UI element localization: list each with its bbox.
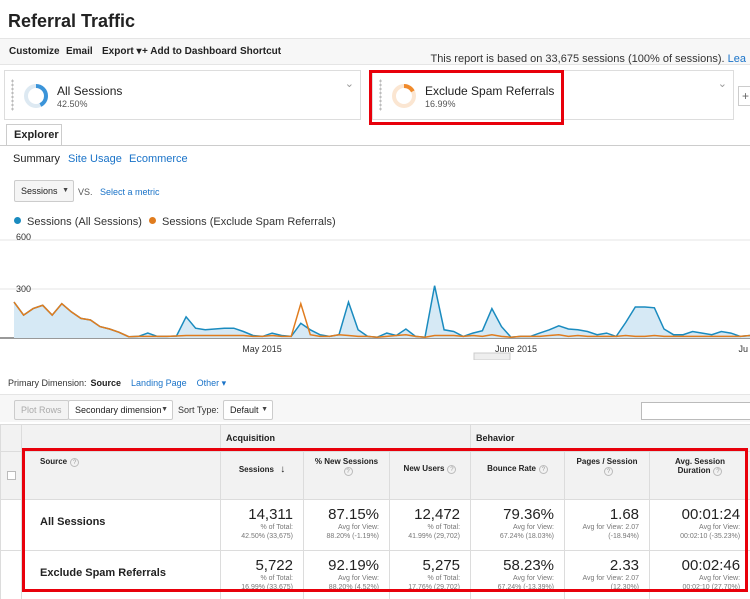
caret-down-icon: ▼	[62, 187, 69, 194]
add-to-dashboard-button[interactable]: + Add to Dashboard	[142, 46, 237, 57]
drag-handle-icon[interactable]	[11, 79, 14, 111]
subtab-summary[interactable]: Summary	[13, 153, 60, 165]
chart-resize-handle[interactable]	[473, 352, 511, 360]
legend-item-exclude-spam: Sessions (Exclude Spam Referrals)	[149, 216, 336, 228]
secondary-dimension-label: Secondary dimension	[75, 405, 162, 415]
highlight-box-segment	[369, 70, 564, 125]
select-metric-link[interactable]: Select a metric	[100, 187, 160, 197]
sort-type-value: Default	[230, 405, 259, 415]
highlight-box-table	[22, 448, 748, 592]
y-tick-label: 600	[16, 232, 31, 242]
legend-dot	[14, 217, 21, 224]
select-all-cell	[0, 451, 22, 500]
sort-type-select[interactable]: Default ▼	[223, 400, 273, 420]
primary-dimension-landing-page[interactable]: Landing Page	[131, 378, 187, 388]
metric-select-value: Sessions	[21, 186, 58, 196]
legend-item-all-sessions: Sessions (All Sessions)	[14, 216, 142, 228]
primary-dimension-other[interactable]: Other ▾	[197, 378, 227, 388]
x-tick-label: May 2015	[242, 344, 282, 354]
plot-rows-button[interactable]: Plot Rows	[14, 400, 69, 420]
page-title: Referral Traffic	[8, 11, 136, 31]
row-spacer	[0, 550, 22, 599]
y-tick-label: 300	[16, 284, 31, 294]
primary-dimension-label: Primary Dimension:	[8, 378, 87, 388]
segment-donut-chart	[24, 84, 48, 108]
table-controls: Plot Rows Secondary dimension ▼ Sort Type…	[0, 394, 750, 422]
tab-explorer[interactable]: Explorer	[6, 124, 62, 146]
series-area-all-sessions	[14, 285, 750, 338]
learn-more-link[interactable]: Lea	[728, 53, 746, 65]
header-spacer	[0, 424, 22, 452]
segment-percent: 42.50%	[57, 99, 88, 109]
report-toolbar: Customize Email Export ▾ + Add to Dashbo…	[0, 38, 750, 65]
segment-card-all-sessions[interactable]: All Sessions 42.50% ⌄	[4, 70, 361, 120]
subtab-site-usage[interactable]: Site Usage	[68, 153, 122, 165]
row-spacer	[0, 499, 22, 551]
chevron-down-icon[interactable]: ⌄	[718, 77, 727, 90]
metric-select[interactable]: Sessions ▼	[14, 180, 74, 202]
subtab-ecommerce[interactable]: Ecommerce	[129, 153, 188, 165]
export-button[interactable]: Export ▾	[102, 46, 141, 57]
sort-type-label: Sort Type:	[178, 405, 219, 415]
caret-down-icon: ▼	[261, 406, 268, 413]
caret-down-icon: ▼	[161, 406, 168, 413]
secondary-dimension-select[interactable]: Secondary dimension ▼	[68, 400, 173, 420]
primary-dimension-source[interactable]: Source	[91, 378, 122, 388]
sessions-line-chart[interactable]: 600300May 2015 June 2015 Ju	[0, 232, 750, 360]
tab-divider	[0, 145, 750, 146]
select-all-checkbox[interactable]	[6, 471, 16, 480]
report-note: This report is based on 33,675 sessions …	[430, 53, 746, 65]
legend-label: Sessions (Exclude Spam Referrals)	[162, 216, 336, 228]
legend-dot	[149, 217, 156, 224]
table-search-input[interactable]	[641, 402, 750, 420]
primary-dimension-bar: Primary Dimension: Source Landing Page Othe…	[8, 378, 226, 389]
legend-label: Sessions (All Sessions)	[27, 216, 142, 228]
segment-name: All Sessions	[57, 84, 123, 98]
plus-icon[interactable]: +	[738, 86, 750, 106]
email-button[interactable]: Email	[66, 46, 93, 57]
vs-label: VS.	[78, 187, 93, 197]
x-tick-label: Ju	[738, 344, 748, 354]
shortcut-button[interactable]: Shortcut	[240, 46, 281, 57]
customize-button[interactable]: Customize	[9, 46, 60, 57]
chevron-down-icon[interactable]: ⌄	[345, 77, 354, 90]
